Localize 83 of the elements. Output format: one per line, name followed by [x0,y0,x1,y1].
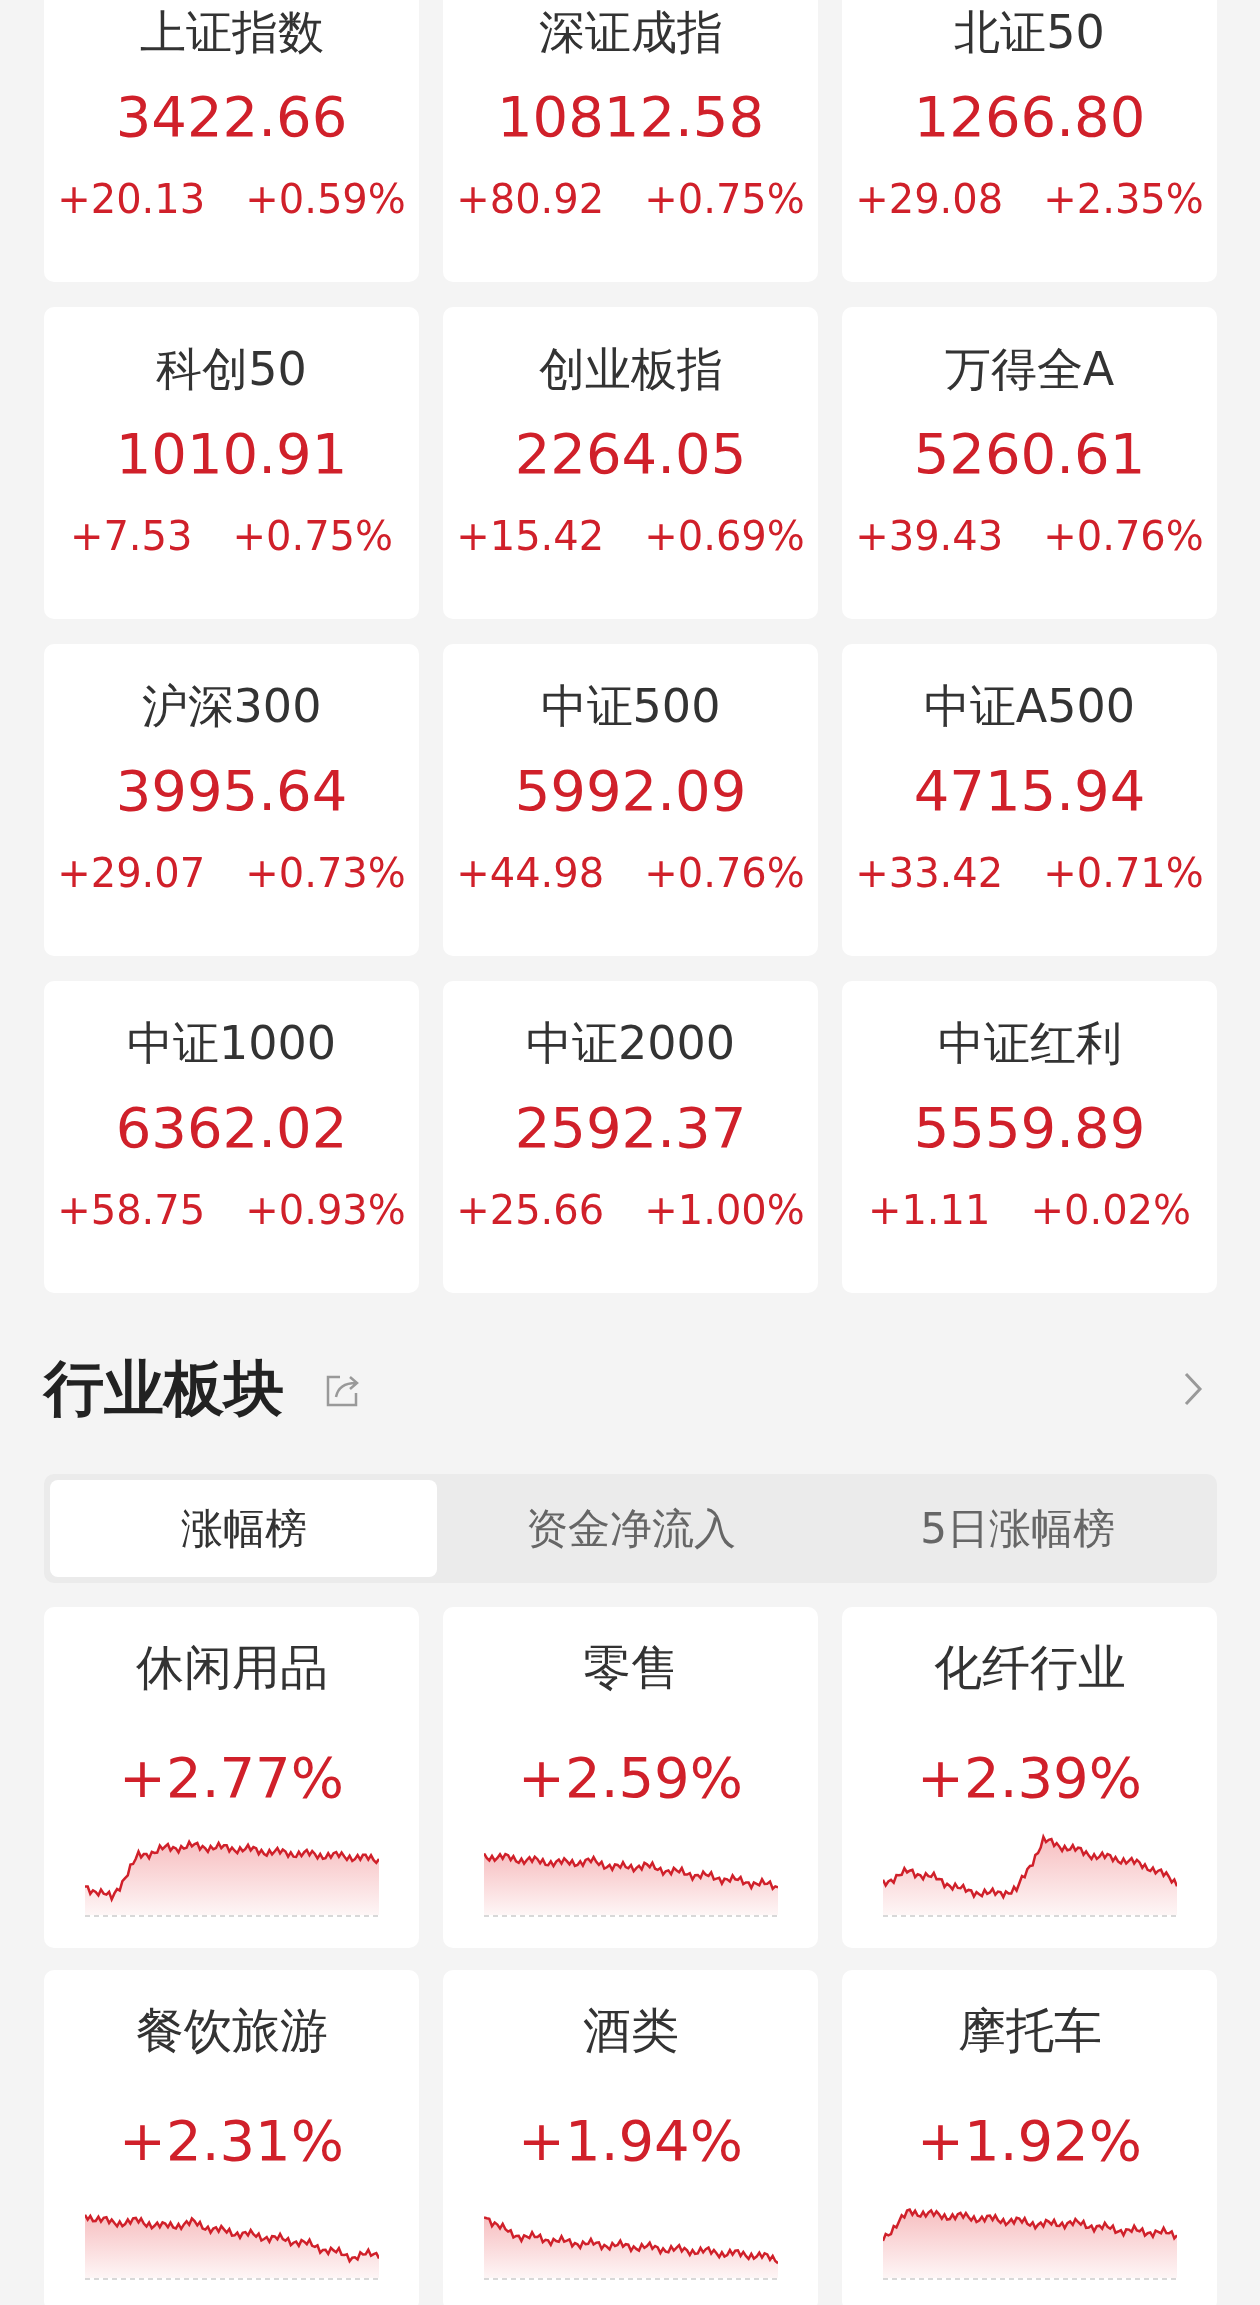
sector-name: 休闲用品 [135,1638,328,1697]
index-name: 深证成指 [538,4,723,60]
index-value: 5559.89 [913,1094,1146,1162]
index-card[interactable]: 中证红利 5559.89 +1.11 +0.02% [842,981,1217,1293]
index-name: 万得全A [944,341,1115,397]
index-value: 2264.05 [514,420,747,488]
sector-card[interactable]: 零售 +2.59% [443,1607,818,1948]
index-card[interactable]: 创业板指 2264.05 +15.42 +0.69% [443,307,818,619]
index-value: 1010.91 [115,420,348,488]
sector-card[interactable]: 休闲用品 +2.77% [44,1607,419,1948]
change-percent: +0.76% [644,849,805,898]
index-value: 1266.80 [913,83,1146,151]
change-percent: +0.73% [245,849,406,898]
index-name: 中证1000 [126,1015,337,1071]
index-name: 上证指数 [139,4,324,60]
sector-card[interactable]: 摩托车 +1.92% [842,1970,1217,2305]
index-card[interactable]: 科创50 1010.91 +7.53 +0.75% [44,307,419,619]
index-card[interactable]: 深证成指 10812.58 +80.92 +0.75% [443,0,818,282]
index-card[interactable]: 万得全A 5260.61 +39.43 +0.76% [842,307,1217,619]
sector-percent: +2.59% [518,1744,743,1812]
change-percent: +0.75% [644,175,805,224]
sector-card[interactable]: 餐饮旅游 +2.31% [44,1970,419,2305]
change-percent: +0.59% [245,175,406,224]
sector-percent: +2.31% [119,2107,344,2175]
change-value: +7.53 [69,512,193,561]
index-value: 2592.37 [514,1094,747,1162]
change-value: +15.42 [456,512,605,561]
index-name: 科创50 [156,341,307,397]
change-value: +58.75 [57,1186,206,1235]
change-percent: +0.69% [644,512,805,561]
index-card[interactable]: 中证A500 4715.94 +33.42 +0.71% [842,644,1217,956]
index-card[interactable]: 中证1000 6362.02 +58.75 +0.93% [44,981,419,1293]
sector-name: 化纤行业 [933,1638,1126,1697]
chevron-right-icon[interactable] [1183,1371,1203,1407]
index-name: 创业板指 [538,341,723,397]
index-card[interactable]: 中证500 5992.09 +44.98 +0.76% [443,644,818,956]
change-percent: +2.35% [1043,175,1204,224]
index-value: 6362.02 [115,1094,348,1162]
index-name: 中证A500 [923,678,1136,734]
index-value: 5992.09 [514,757,747,825]
change-value: +39.43 [855,512,1004,561]
change-percent: +0.76% [1043,512,1204,561]
change-value: +44.98 [456,849,605,898]
change-value: +25.66 [456,1186,605,1235]
change-value: +33.42 [855,849,1004,898]
index-value: 5260.61 [913,420,1146,488]
index-name: 中证红利 [937,1015,1122,1071]
change-value: +20.13 [57,175,206,224]
tab[interactable]: 涨幅榜 [50,1480,437,1577]
sector-percent: +2.77% [119,1744,344,1812]
change-percent: +1.00% [644,1186,805,1235]
index-name: 沪深300 [141,678,322,734]
tab[interactable]: 5日涨幅榜 [824,1480,1211,1577]
change-value: +29.08 [855,175,1004,224]
sector-card[interactable]: 酒类 +1.94% [443,1970,818,2305]
change-percent: +0.93% [245,1186,406,1235]
change-percent: +0.02% [1030,1186,1192,1235]
tab[interactable]: 资金净流入 [437,1480,824,1577]
sector-percent: +1.94% [518,2107,743,2175]
sector-card[interactable]: 化纤行业 +2.39% [842,1607,1217,1948]
index-name: 中证500 [540,678,721,734]
section-title: 行业板块 [44,1351,284,1425]
change-value: +1.11 [867,1186,991,1235]
sector-name: 酒类 [582,2001,679,2060]
index-card[interactable]: 中证2000 2592.37 +25.66 +1.00% [443,981,818,1293]
change-percent: +0.75% [232,512,394,561]
index-value: 4715.94 [913,757,1146,825]
change-value: +29.07 [57,849,206,898]
index-card[interactable]: 上证指数 3422.66 +20.13 +0.59% [44,0,419,282]
index-value: 3995.64 [115,757,348,825]
index-value: 3422.66 [115,83,348,151]
sector-name: 零售 [582,1638,679,1697]
index-card[interactable]: 北证50 1266.80 +29.08 +2.35% [842,0,1217,282]
sector-percent: +2.39% [917,1744,1142,1812]
sector-percent: +1.92% [917,2107,1142,2175]
index-name: 北证50 [954,4,1105,60]
sector-name: 餐饮旅游 [135,2001,328,2060]
change-value: +80.92 [456,175,605,224]
index-value: 10812.58 [496,83,765,151]
index-card[interactable]: 沪深300 3995.64 +29.07 +0.73% [44,644,419,956]
sector-name: 摩托车 [957,2001,1102,2060]
index-name: 中证2000 [525,1015,736,1071]
change-percent: +0.71% [1043,849,1204,898]
